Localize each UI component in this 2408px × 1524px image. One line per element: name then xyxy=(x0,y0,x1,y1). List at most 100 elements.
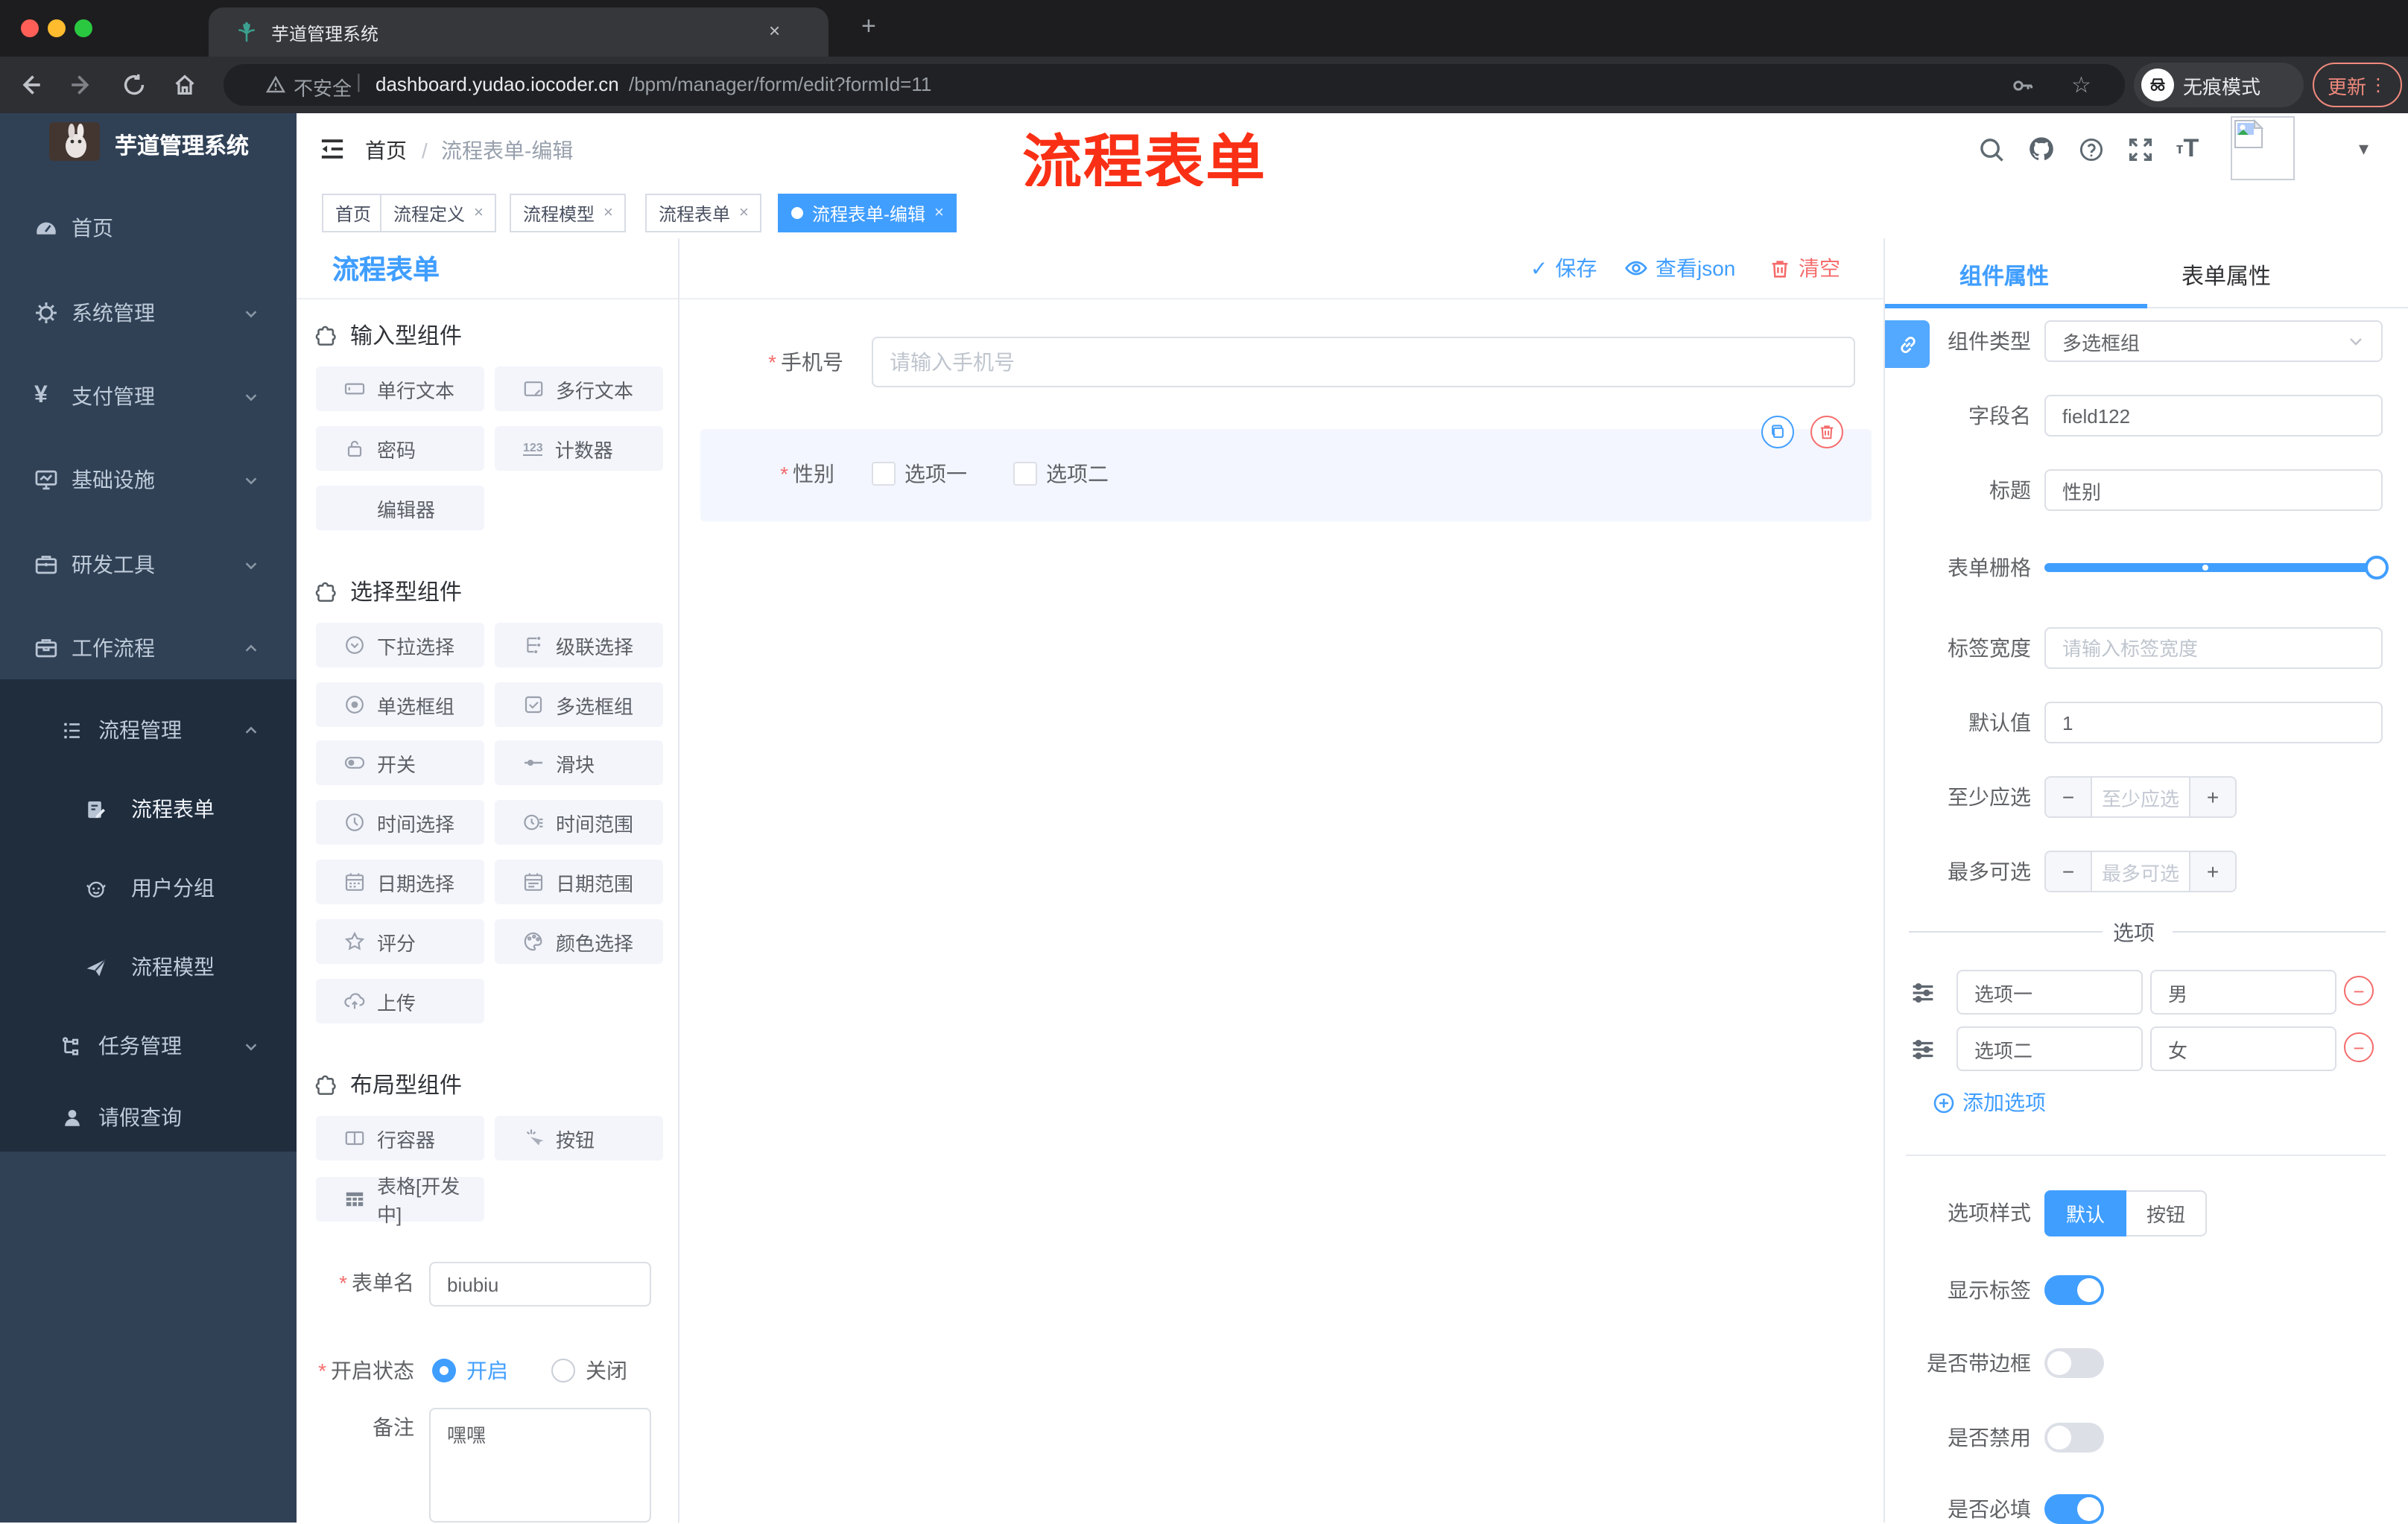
traffic-minimize-button[interactable] xyxy=(48,19,66,37)
close-icon[interactable]: × xyxy=(603,204,613,222)
title-input[interactable] xyxy=(2044,469,2383,511)
breadcrumb-home[interactable]: 首页 xyxy=(365,136,407,165)
save-button[interactable]: ✓ 保存 xyxy=(1530,253,1597,283)
component-date-picker[interactable]: 日期选择 xyxy=(316,860,484,904)
component-textarea[interactable]: 多行文本 xyxy=(495,366,663,411)
component-time-range[interactable]: 时间范围 xyxy=(495,800,663,845)
component-counter[interactable]: 123 计数器 xyxy=(495,426,663,471)
sidebar-item-process-form[interactable]: 流程表单 xyxy=(0,775,297,843)
sidebar-item-user-group[interactable]: 用户分组 xyxy=(0,854,297,922)
component-text-input[interactable]: 单行文本 xyxy=(316,366,484,411)
phone-input[interactable] xyxy=(872,337,1855,387)
tag-home[interactable]: 首页 xyxy=(322,194,385,232)
browser-menu-icon[interactable]: ⋮ xyxy=(2369,74,2387,95)
tag-process-form[interactable]: 流程表单 × xyxy=(645,194,762,232)
minus-button[interactable]: − xyxy=(2046,852,2091,891)
tab-component-props[interactable]: 组件属性 xyxy=(1959,260,2049,291)
drag-handle-icon[interactable] xyxy=(1910,1037,1936,1062)
avatar[interactable] xyxy=(2231,116,2295,180)
component-button[interactable]: 按钮 xyxy=(495,1116,663,1161)
help-icon[interactable] xyxy=(2074,133,2107,165)
sidebar-item-process-model[interactable]: 流程模型 xyxy=(0,933,297,1001)
disabled-toggle[interactable] xyxy=(2044,1423,2104,1452)
label-width-input[interactable] xyxy=(2044,627,2383,669)
gender-checkbox-2[interactable] xyxy=(1013,462,1037,486)
tag-process-definition[interactable]: 流程定义 × xyxy=(380,194,497,232)
forward-icon[interactable] xyxy=(64,67,100,103)
remove-option-1-button[interactable]: − xyxy=(2344,976,2374,1006)
new-tab-button[interactable]: + xyxy=(861,12,876,42)
component-date-range[interactable]: 日期范围 xyxy=(495,860,663,904)
component-row-container[interactable]: 行容器 xyxy=(316,1116,484,1161)
password-key-icon[interactable] xyxy=(2012,74,2034,97)
component-type-select[interactable]: 多选框组 xyxy=(2044,320,2383,362)
drag-handle-icon[interactable] xyxy=(1910,980,1936,1006)
status-radio-on[interactable]: 开启 xyxy=(432,1356,508,1385)
address-bar[interactable]: 不安全 | dashboard.yudao.iocoder.cn /bpm/ma… xyxy=(224,64,2125,106)
collapse-sidebar-icon[interactable] xyxy=(316,133,349,165)
component-time-picker[interactable]: 时间选择 xyxy=(316,800,484,845)
plus-button[interactable]: + xyxy=(2190,778,2235,816)
border-toggle[interactable] xyxy=(2044,1348,2104,1378)
component-checkbox-group[interactable]: 多选框组 xyxy=(495,682,663,727)
remark-textarea[interactable]: 嘿嘿 xyxy=(429,1408,651,1523)
close-icon[interactable]: × xyxy=(739,204,749,222)
delete-component-button[interactable] xyxy=(1810,416,1843,448)
component-password[interactable]: 密码 xyxy=(316,426,484,471)
traffic-zoom-button[interactable] xyxy=(75,19,92,37)
sidebar-item-home[interactable]: 首页 xyxy=(0,194,297,262)
sidebar-item-system[interactable]: 系统管理 xyxy=(0,279,297,347)
back-icon[interactable] xyxy=(12,67,48,103)
plus-button[interactable]: + xyxy=(2190,852,2235,891)
component-upload[interactable]: 上传 xyxy=(316,979,484,1023)
sidebar-item-infrastructure[interactable]: 基础设施 xyxy=(0,445,297,514)
bookmark-star-icon[interactable]: ☆ xyxy=(2071,72,2091,98)
sidebar-item-leave-query[interactable]: 请假查询 xyxy=(0,1083,297,1152)
avatar-caret-icon[interactable]: ▾ xyxy=(2359,137,2369,161)
tab-form-props[interactable]: 表单属性 xyxy=(2182,260,2271,291)
option-1-value-input[interactable] xyxy=(2150,970,2336,1015)
view-json-button[interactable]: 查看json xyxy=(1624,253,1735,283)
option-1-label-input[interactable] xyxy=(1956,970,2143,1015)
sidebar-item-workflow[interactable]: 工作流程 xyxy=(0,614,297,682)
component-select[interactable]: 下拉选择 xyxy=(316,623,484,667)
sidebar-item-process-mgmt[interactable]: 流程管理 xyxy=(0,696,297,764)
add-option-button[interactable]: 添加选项 xyxy=(1933,1088,2046,1117)
required-toggle[interactable] xyxy=(2044,1494,2104,1524)
font-size-icon[interactable]: тT xyxy=(2171,133,2204,165)
show-label-toggle[interactable] xyxy=(2044,1275,2104,1305)
tab-close-icon[interactable]: × xyxy=(769,19,780,42)
remove-option-2-button[interactable]: − xyxy=(2344,1032,2374,1062)
home-icon[interactable] xyxy=(167,67,203,103)
component-rate[interactable]: 评分 xyxy=(316,919,484,964)
browser-tab[interactable]: 芋道管理系统 × xyxy=(209,7,828,57)
component-editor[interactable]: 编辑器 xyxy=(316,486,484,530)
sidebar-item-payment[interactable]: ¥ 支付管理 xyxy=(0,362,297,431)
update-button[interactable]: 更新 ⋮ xyxy=(2313,63,2402,107)
default-value-input[interactable] xyxy=(2044,702,2383,743)
status-radio-off[interactable]: 关闭 xyxy=(551,1356,627,1385)
field-name-input[interactable] xyxy=(2044,395,2383,436)
component-slider[interactable]: 滑块 xyxy=(495,740,663,785)
component-switch[interactable]: 开关 xyxy=(316,740,484,785)
component-radio-group[interactable]: 单选框组 xyxy=(316,682,484,727)
gender-checkbox-1[interactable] xyxy=(872,462,896,486)
github-icon[interactable] xyxy=(2025,133,2058,165)
fullscreen-icon[interactable] xyxy=(2123,133,2156,165)
style-button-button[interactable]: 按钮 xyxy=(2126,1190,2207,1236)
style-default-button[interactable]: 默认 xyxy=(2044,1190,2126,1236)
tag-process-model[interactable]: 流程模型 × xyxy=(510,194,627,232)
clear-button[interactable]: 清空 xyxy=(1769,253,1840,283)
slider-thumb[interactable] xyxy=(2365,556,2389,580)
option-2-label-input[interactable] xyxy=(1956,1026,2143,1071)
close-icon[interactable]: × xyxy=(474,204,484,222)
tag-process-form-edit[interactable]: 流程表单-编辑 × xyxy=(778,194,957,232)
form-name-input[interactable] xyxy=(429,1262,651,1306)
option-2-value-input[interactable] xyxy=(2150,1026,2336,1071)
grid-slider[interactable] xyxy=(2044,556,2389,580)
min-select-placeholder[interactable]: 至少应选 xyxy=(2091,778,2190,816)
copy-component-button[interactable] xyxy=(1761,416,1794,448)
component-cascader[interactable]: 级联选择 xyxy=(495,623,663,667)
max-select-placeholder[interactable]: 最多可选 xyxy=(2091,852,2190,891)
sidebar-item-task-mgmt[interactable]: 任务管理 xyxy=(0,1012,297,1080)
